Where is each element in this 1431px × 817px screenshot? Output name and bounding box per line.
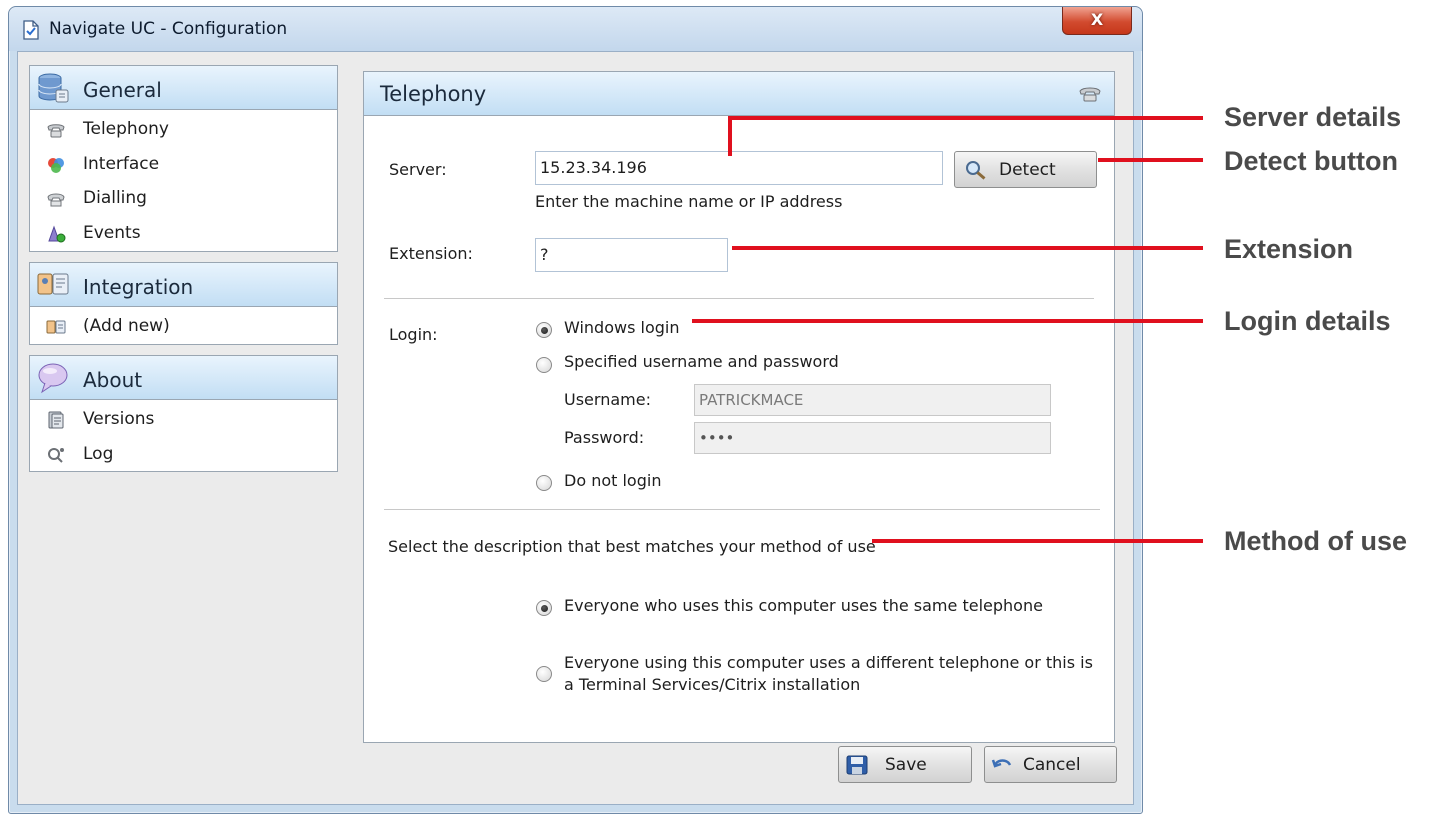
- nav-group-integration: Integration (Add new): [29, 262, 338, 345]
- telephony-panel: Telephony Server: 15.23.34.196 Detect En…: [363, 71, 1115, 743]
- radio-different-telephone[interactable]: [536, 666, 552, 682]
- sidebar-item-add-new[interactable]: (Add new): [30, 309, 337, 344]
- database-icon: [38, 73, 69, 103]
- save-button-label: Save: [885, 755, 927, 775]
- cancel-button-label: Cancel: [1023, 755, 1081, 775]
- separator: [384, 298, 1094, 299]
- specified-credentials-label: Specified username and password: [564, 352, 839, 371]
- do-not-login-label: Do not login: [564, 471, 662, 490]
- nav-group-title: About: [83, 368, 143, 392]
- nav-group-title: Integration: [83, 275, 194, 299]
- app-document-icon: [23, 20, 39, 40]
- window-title: Navigate UC - Configuration: [49, 19, 288, 39]
- sidebar-item-interface[interactable]: Interface: [30, 147, 337, 182]
- extension-input[interactable]: ?: [535, 238, 728, 272]
- sidebar-item-dialling[interactable]: Dialling: [30, 181, 337, 216]
- configuration-window: Navigate UC - Configuration X General Te…: [8, 6, 1143, 814]
- add-new-icon: [46, 320, 66, 334]
- callout-line-server: [728, 116, 1203, 120]
- floppy-disk-icon: [846, 755, 868, 775]
- panel-header: Telephony: [364, 72, 1114, 116]
- username-input[interactable]: PATRICKMACE: [694, 384, 1051, 416]
- cancel-button[interactable]: Cancel: [984, 746, 1117, 783]
- radio-do-not-login[interactable]: [536, 475, 552, 491]
- nav-group-header-integration[interactable]: Integration: [30, 263, 337, 307]
- callout-server-details: Server details: [1224, 102, 1402, 132]
- sidebar-item-log[interactable]: Log: [30, 437, 337, 472]
- password-label: Password:: [564, 428, 645, 447]
- sidebar-item-label: Dialling: [83, 188, 147, 208]
- sidebar-item-label: Interface: [83, 153, 160, 174]
- nav-group-header-about[interactable]: About: [30, 356, 337, 400]
- callout-method-of-use: Method of use: [1224, 526, 1407, 556]
- method-prompt: Select the description that best matches…: [388, 537, 876, 556]
- windows-login-label: Windows login: [564, 318, 680, 337]
- save-button[interactable]: Save: [838, 746, 972, 783]
- nav-group-about: About Versions Log: [29, 355, 338, 472]
- log-icon: [48, 447, 64, 463]
- nav-group-general: General Telephony Interface Dialling Eve…: [29, 65, 338, 252]
- server-label: Server:: [389, 160, 447, 179]
- versions-icon: [48, 411, 64, 429]
- username-label: Username:: [564, 390, 651, 409]
- different-telephone-label-line1: Everyone using this computer uses a diff…: [564, 653, 1093, 672]
- undo-arrow-icon: [991, 759, 1012, 768]
- password-input[interactable]: ••••: [694, 422, 1051, 454]
- callout-line-method: [872, 539, 1203, 543]
- sidebar-item-label: (Add new): [83, 316, 170, 336]
- callout-extension: Extension: [1224, 234, 1354, 264]
- extension-label: Extension:: [389, 244, 473, 263]
- interface-icon: [48, 157, 64, 173]
- radio-windows-login[interactable]: [536, 322, 552, 338]
- server-input[interactable]: 15.23.34.196: [535, 151, 943, 185]
- different-telephone-label-line2: a Terminal Services/Citrix installation: [564, 675, 861, 694]
- sidebar-item-telephony[interactable]: Telephony: [30, 112, 337, 147]
- speech-bubble-icon: [38, 363, 68, 394]
- separator: [384, 509, 1100, 510]
- sidebar-item-label: Telephony: [83, 119, 169, 139]
- integration-icon: [37, 273, 69, 295]
- detect-button[interactable]: Detect: [954, 151, 1097, 188]
- magnifier-icon: [966, 161, 986, 180]
- telephone-icon: [47, 124, 65, 138]
- panel-title: Telephony: [380, 82, 487, 106]
- callout-detect-button: Detect button: [1224, 146, 1398, 176]
- sidebar-item-versions[interactable]: Versions: [30, 402, 337, 437]
- sidebar-item-label: Events: [83, 222, 141, 243]
- same-telephone-label: Everyone who uses this computer uses the…: [564, 596, 1043, 615]
- server-hint: Enter the machine name or IP address: [535, 192, 843, 211]
- callout-line-detect: [1098, 158, 1203, 162]
- sidebar-item-label: Log: [83, 443, 114, 464]
- dialling-icon: [47, 193, 65, 207]
- nav-group-title: General: [83, 78, 162, 102]
- sidebar-item-events[interactable]: Events: [30, 216, 337, 251]
- nav-group-header-general[interactable]: General: [30, 66, 337, 110]
- window-body: General Telephony Interface Dialling Eve…: [17, 51, 1134, 805]
- sidebar-item-label: Versions: [83, 409, 155, 429]
- close-button[interactable]: X: [1062, 7, 1132, 35]
- title-bar[interactable]: Navigate UC - Configuration X: [9, 7, 1142, 51]
- callout-line-server-vertical: [728, 116, 732, 156]
- telephone-icon: [1079, 87, 1101, 102]
- login-label: Login:: [389, 325, 438, 344]
- detect-button-label: Detect: [999, 160, 1056, 180]
- radio-same-telephone[interactable]: [536, 600, 552, 616]
- radio-specified-credentials[interactable]: [536, 357, 552, 373]
- events-icon: [48, 225, 66, 242]
- callout-login-details: Login details: [1224, 306, 1391, 336]
- callout-line-login: [692, 319, 1203, 323]
- callout-line-extension: [732, 246, 1203, 250]
